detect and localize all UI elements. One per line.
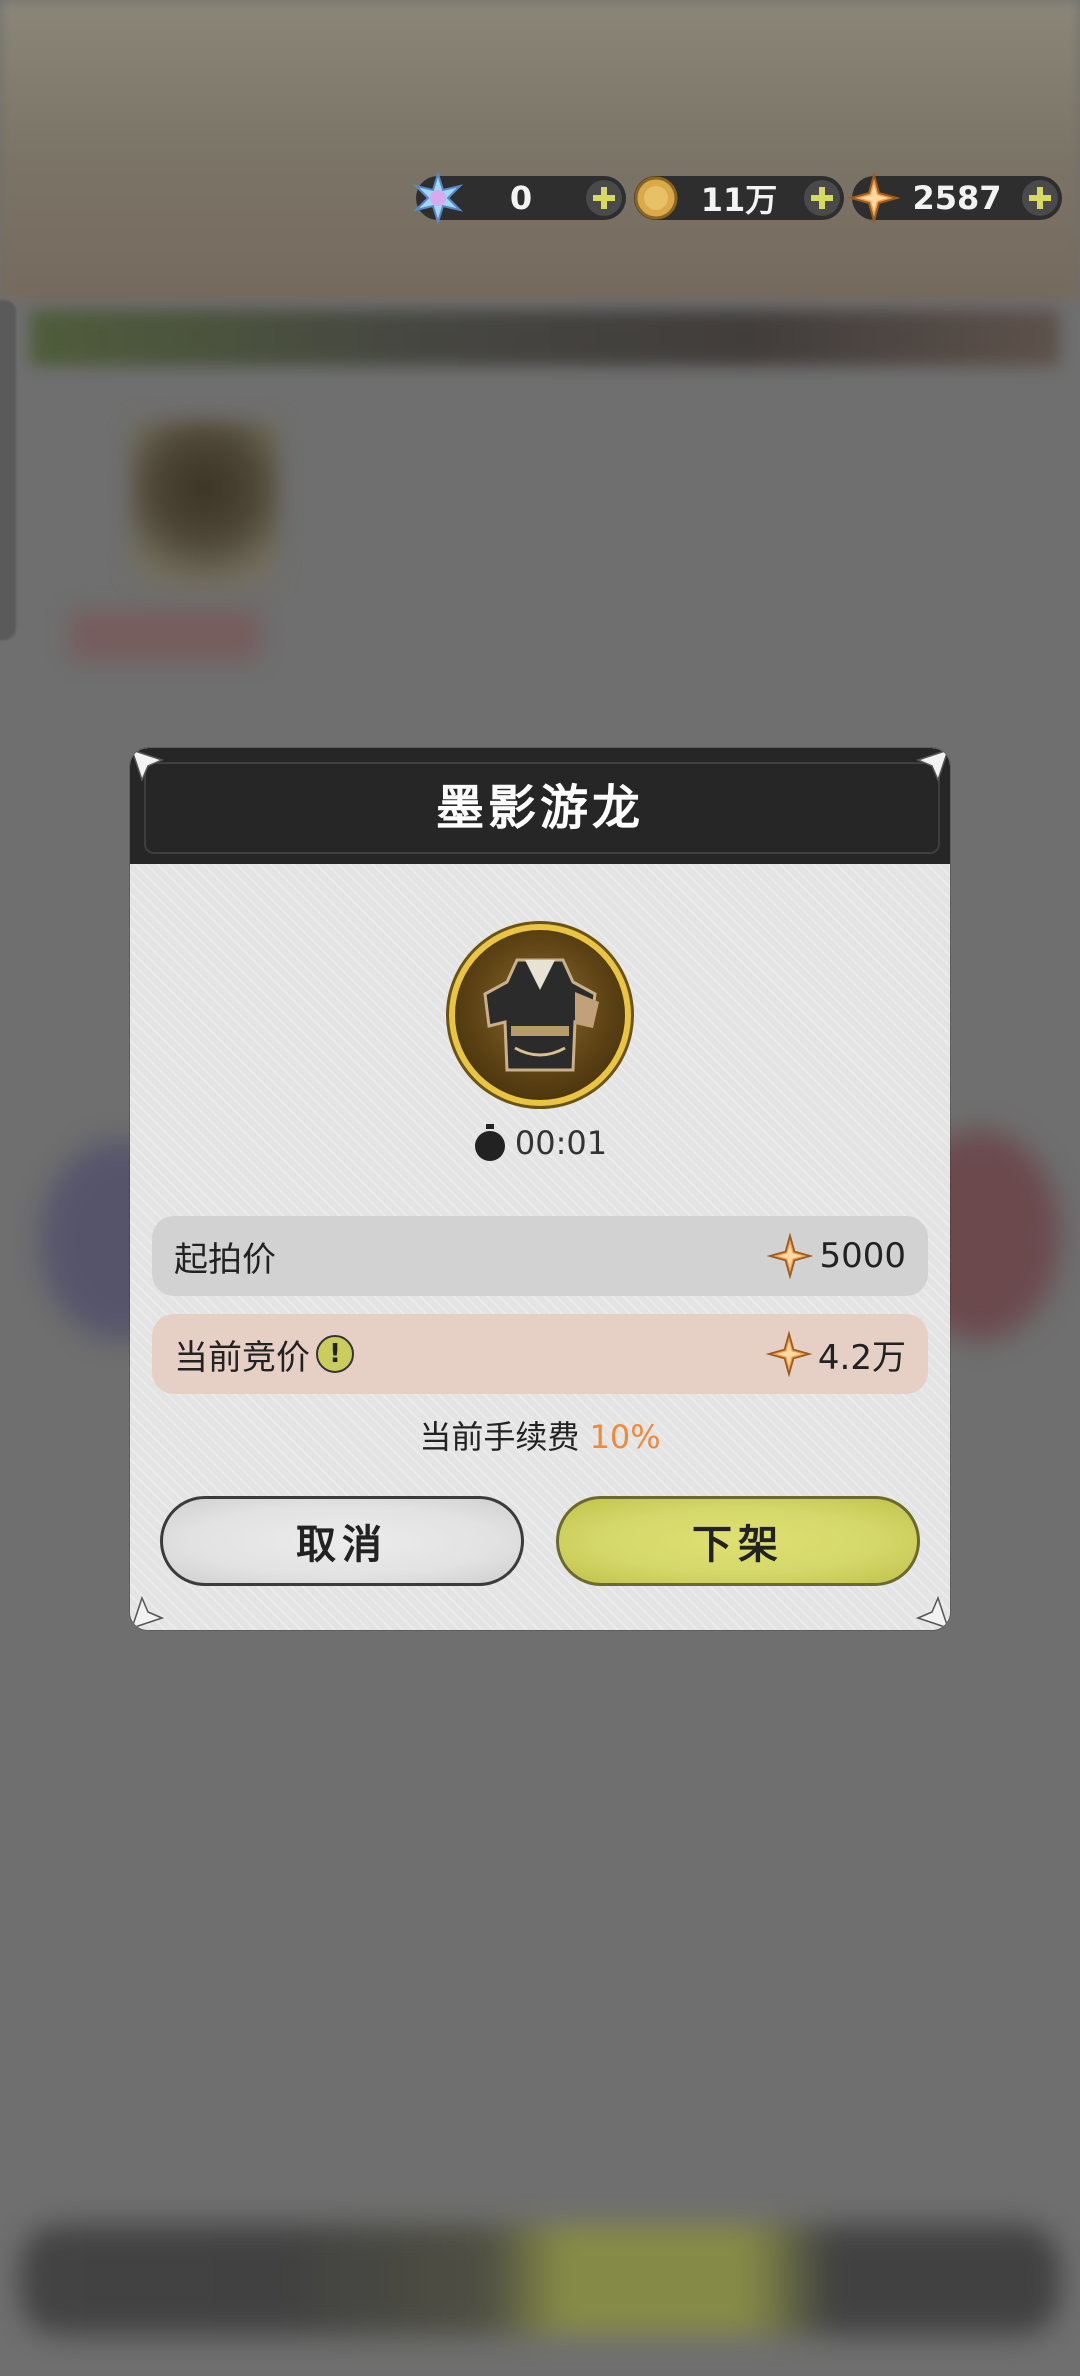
dialog-title: 墨影游龙 (435, 780, 644, 836)
background-top-area (0, 0, 1080, 300)
armor-item-icon (455, 930, 625, 1100)
plus-icon (811, 187, 833, 209)
armor-robe-icon (483, 958, 599, 1072)
add-stars-button[interactable] (1022, 180, 1058, 216)
plus-icon (1029, 187, 1051, 209)
coins-currency: 11万 (634, 176, 844, 220)
orange-star-crystal-icon (765, 1331, 812, 1377)
background-tab-band (30, 310, 1060, 366)
background-avatar (130, 420, 280, 590)
snowflake-gem-icon (412, 172, 464, 224)
background-bottom-nav (20, 2225, 1060, 2335)
timer-value: 00:01 (514, 1124, 608, 1162)
current-bid-value-group: 4.2万 (765, 1330, 906, 1379)
start-price-value: 5000 (819, 1236, 906, 1276)
auction-timer: 00:01 (130, 1124, 950, 1162)
gold-coin-icon (634, 176, 678, 220)
orange-star-crystal-icon (848, 172, 900, 224)
start-price-value-group: 5000 (767, 1233, 906, 1279)
start-price-row: 起拍价 5000 (152, 1216, 928, 1296)
stopwatch-icon (474, 1124, 505, 1161)
corner-ornament-icon (130, 748, 164, 782)
plus-icon (593, 187, 615, 209)
stars-currency: 2587 (848, 172, 1062, 224)
fee-label: 当前手续费 (419, 1418, 580, 1456)
add-coins-button[interactable] (804, 180, 840, 216)
start-price-label: 起拍价 (174, 1239, 276, 1280)
corner-ornament-icon (916, 1596, 950, 1630)
currency-bar: 0 11万 2587 (412, 172, 1062, 224)
fee-percentage: 10% (589, 1418, 661, 1456)
current-bid-label-group: 当前竞价 ! (174, 1330, 354, 1379)
dialog-header: 墨影游龙 (130, 748, 950, 864)
info-exclamation-icon[interactable]: ! (316, 1335, 354, 1373)
gems-currency: 0 (412, 172, 626, 224)
auction-item-dialog: 墨影游龙 00:01 起拍价 5000 当前竞价 ! 4.2万 当前手续费 10… (130, 748, 950, 1630)
current-bid-row: 当前竞价 ! 4.2万 (152, 1314, 928, 1394)
current-bid-label: 当前竞价 (174, 1337, 310, 1378)
fee-line: 当前手续费 10% (130, 1412, 950, 1458)
background-label (70, 610, 260, 660)
current-bid-value: 4.2万 (817, 1337, 906, 1378)
delist-button[interactable]: 下架 (556, 1496, 920, 1586)
add-gems-button[interactable] (586, 180, 622, 216)
corner-ornament-icon (916, 748, 950, 782)
cancel-button[interactable]: 取消 (160, 1496, 524, 1586)
corner-ornament-icon (130, 1596, 164, 1630)
orange-star-crystal-icon (767, 1233, 814, 1279)
background-side-panel (0, 300, 16, 640)
